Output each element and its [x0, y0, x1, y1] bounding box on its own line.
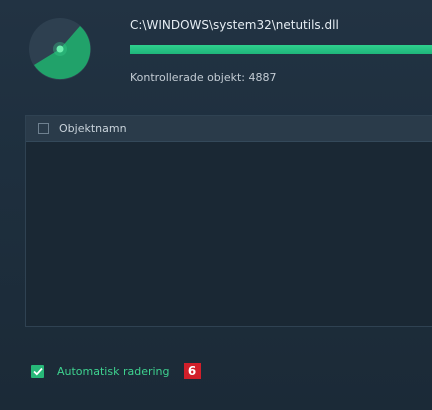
scan-progress-bar	[130, 45, 432, 54]
results-list[interactable]: Objektnamn	[25, 115, 432, 327]
step-number-badge: 6	[183, 363, 201, 379]
current-scan-file: C:\WINDOWS\system32\netutils.dll	[130, 18, 339, 32]
checked-objects-count: Kontrollerade objekt: 4887	[130, 71, 277, 84]
select-all-checkbox[interactable]	[38, 123, 49, 134]
radar-scan-icon	[29, 18, 91, 80]
results-header: Objektnamn	[26, 116, 432, 142]
auto-delete-option[interactable]: Automatisk radering 6	[31, 363, 201, 379]
checkmark-icon	[32, 367, 43, 375]
auto-delete-label[interactable]: Automatisk radering	[57, 365, 170, 378]
auto-delete-checkbox[interactable]	[31, 364, 44, 378]
scan-progress-fill	[130, 45, 432, 54]
scan-window: C:\WINDOWS\system32\netutils.dll Kontrol…	[0, 0, 432, 410]
column-header-objektnamn[interactable]: Objektnamn	[59, 122, 127, 135]
